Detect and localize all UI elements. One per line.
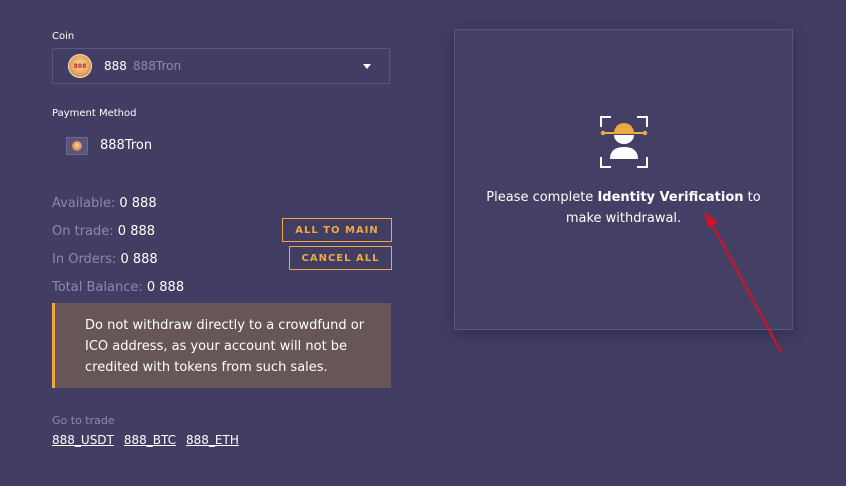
in-orders-balance: In Orders: 0 888 [52,252,158,267]
trade-link-888-usdt[interactable]: 888_USDT [52,433,114,447]
trade-link-888-btc[interactable]: 888_BTC [124,433,176,447]
payment-method-label: Payment Method [52,108,137,119]
go-to-trade-label: Go to trade [52,414,115,427]
chevron-down-icon [363,64,371,69]
coin-logo-icon: 888 [68,54,92,78]
payment-method-icon [66,137,88,155]
verification-message: Please complete Identity Verification to… [486,190,761,226]
coin-name: 888Tron [133,59,182,73]
trade-link-888-eth[interactable]: 888_ETH [186,433,239,447]
coin-symbol: 888 [104,59,127,73]
coin-label: Coin [52,31,75,42]
identity-verification-panel: Please complete Identity Verification to… [454,29,793,330]
withdraw-page: Coin 888 888 888Tron Payment Method 888T… [0,0,846,486]
withdraw-warning: Do not withdraw directly to a crowdfund … [52,303,391,388]
available-balance: Available: 0 888 [52,196,157,211]
all-to-main-button[interactable]: ALL TO MAIN [282,218,392,242]
on-trade-balance: On trade: 0 888 [52,224,156,239]
trade-links: 888_USDT 888_BTC 888_ETH [52,433,239,447]
cancel-all-button[interactable]: CANCEL ALL [289,246,392,270]
identity-verification-icon [600,116,648,168]
total-balance: Total Balance: 0 888 [52,280,185,295]
warning-text: Do not withdraw directly to a crowdfund … [85,318,365,375]
payment-method-option[interactable]: 888Tron [100,138,152,153]
coin-select[interactable]: 888 888 888Tron [52,48,390,84]
